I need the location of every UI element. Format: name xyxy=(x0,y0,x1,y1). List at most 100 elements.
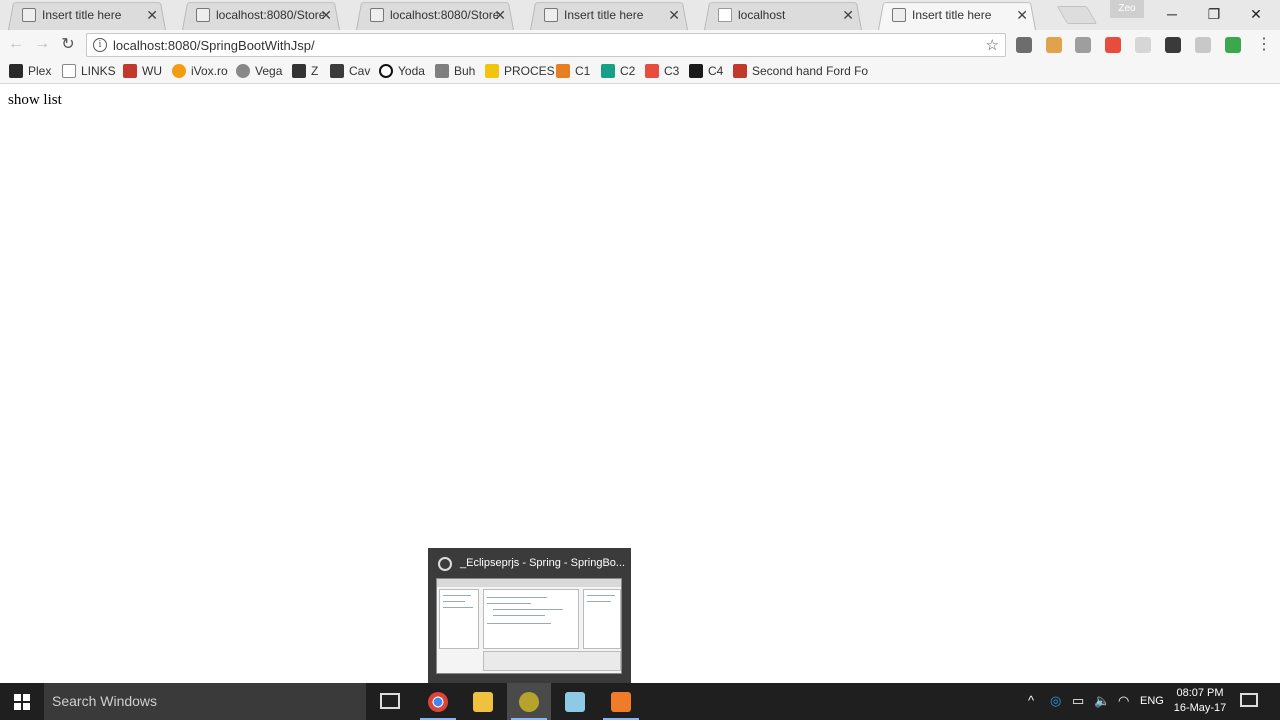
page-content: show list xyxy=(0,85,1280,683)
chevron-up-icon[interactable]: ^ xyxy=(1028,693,1034,708)
browser-tab[interactable]: localhost:8080/StoreFr ✕ xyxy=(348,0,522,30)
new-tab-button[interactable] xyxy=(1056,6,1098,24)
bookmark-item[interactable]: Vega xyxy=(236,63,282,79)
cortana-icon[interactable]: ◎ xyxy=(1050,693,1061,709)
bookmark-item[interactable]: C3 xyxy=(645,63,679,79)
address-bar[interactable]: i localhost:8080/SpringBootWithJsp/ ☆ xyxy=(86,33,1006,57)
bookmark-label: Vega xyxy=(255,64,283,78)
minimize-icon[interactable]: ─ xyxy=(1150,0,1194,28)
close-tab-icon[interactable]: ✕ xyxy=(668,7,680,23)
bookmark-item[interactable]: Buh xyxy=(435,63,475,79)
bookmark-label: Plex xyxy=(28,64,52,78)
bookmark-item[interactable]: LINKS xyxy=(62,63,116,79)
bookmark-item[interactable]: C4 xyxy=(689,63,723,79)
extension-icon[interactable] xyxy=(1135,37,1151,53)
tab-title: localhost:8080/StoreFr xyxy=(216,8,324,22)
folder-icon xyxy=(473,692,493,712)
document-icon xyxy=(62,64,76,78)
volume-icon[interactable]: 🔈 xyxy=(1094,693,1110,709)
browser-tab[interactable]: localhost ✕ xyxy=(696,0,870,30)
bookmark-icon xyxy=(379,64,393,78)
eyedropper-icon[interactable] xyxy=(1016,37,1032,53)
browser-tab[interactable]: localhost:8080/StoreFr ✕ xyxy=(174,0,348,30)
extension-icon[interactable] xyxy=(1046,37,1062,53)
notification-icon[interactable] xyxy=(1240,693,1258,707)
extension-icon[interactable] xyxy=(1225,37,1241,53)
browser-toolbar: ← → ↻ i localhost:8080/SpringBootWithJsp… xyxy=(0,30,1280,58)
browser-tab-active[interactable]: Insert title here ✕ xyxy=(870,0,1044,30)
page-image-icon xyxy=(544,8,558,22)
close-tab-icon[interactable]: ✕ xyxy=(320,7,332,23)
clock-time: 08:07 PM xyxy=(1176,687,1224,699)
file-explorer-taskbar-button[interactable] xyxy=(461,683,505,720)
bookmark-item[interactable]: Z xyxy=(292,63,318,79)
bookmark-label: WU xyxy=(142,64,162,78)
tab-title: localhost:8080/StoreFr xyxy=(390,8,498,22)
bookmark-label: C4 xyxy=(708,64,724,78)
bookmark-item[interactable]: Cav xyxy=(330,63,370,79)
taskbar-window-preview[interactable]: _Eclipseprjs - Spring - SpringBo... xyxy=(428,548,631,684)
close-tab-icon[interactable]: ✕ xyxy=(842,7,854,23)
language-indicator[interactable]: ENG xyxy=(1140,695,1164,707)
apps-grid-icon[interactable] xyxy=(1165,37,1181,53)
bookmark-label: Z xyxy=(311,64,319,78)
bookmark-star-icon[interactable]: ☆ xyxy=(986,36,999,54)
bookmark-icon xyxy=(645,64,659,78)
forward-icon[interactable]: → xyxy=(32,34,52,54)
menu-kebab-icon[interactable]: ⋮ xyxy=(1254,34,1274,54)
bookmark-item[interactable]: Yoda xyxy=(379,63,425,79)
eclipse-taskbar-button[interactable] xyxy=(507,683,551,720)
close-tab-icon[interactable]: ✕ xyxy=(494,7,506,23)
bookmark-item[interactable]: Second hand Ford Fo xyxy=(733,63,868,79)
task-view-icon[interactable] xyxy=(380,693,400,709)
extension-icon[interactable] xyxy=(1195,37,1211,53)
restore-icon[interactable]: ❐ xyxy=(1192,0,1236,28)
chrome-icon xyxy=(428,692,448,712)
search-windows-box[interactable]: Search Windows xyxy=(44,683,366,720)
bookmark-label: C1 xyxy=(575,64,591,78)
bookmark-item[interactable]: C2 xyxy=(601,63,635,79)
wifi-icon[interactable]: ◠ xyxy=(1118,693,1129,709)
bookmark-icon xyxy=(236,64,250,78)
close-window-icon[interactable]: ✕ xyxy=(1234,0,1278,28)
bookmark-item[interactable]: PROCES xyxy=(485,63,555,79)
info-icon[interactable]: i xyxy=(93,38,107,52)
bookmark-icon xyxy=(485,64,499,78)
bookmark-icon xyxy=(733,64,747,78)
profile-button[interactable]: Zeo xyxy=(1110,0,1144,18)
browser-tab[interactable]: Insert title here ✕ xyxy=(522,0,696,30)
page-image-icon xyxy=(892,8,906,22)
preview-title: _Eclipseprjs - Spring - SpringBo... xyxy=(460,557,626,569)
close-tab-icon[interactable]: ✕ xyxy=(1016,7,1028,23)
camera-icon[interactable] xyxy=(1075,37,1091,53)
bookmark-icon xyxy=(556,64,570,78)
battery-icon[interactable]: ▭ xyxy=(1072,693,1084,709)
page-body-text: show list xyxy=(8,92,62,108)
bookmark-label: C3 xyxy=(664,64,680,78)
bookmark-icon xyxy=(689,64,703,78)
bookmark-icon xyxy=(123,64,137,78)
reload-icon[interactable]: ↻ xyxy=(58,34,78,54)
window-thumbnail[interactable] xyxy=(436,578,622,674)
tab-title: Insert title here xyxy=(42,8,122,22)
windows-start-icon[interactable] xyxy=(14,694,30,710)
page-image-icon xyxy=(196,8,210,22)
eclipse-icon xyxy=(438,557,452,571)
search-placeholder: Search Windows xyxy=(52,693,158,709)
bookmark-item[interactable]: iVox.ro xyxy=(172,63,228,79)
close-tab-icon[interactable]: ✕ xyxy=(146,7,158,23)
bookmark-item[interactable]: WU xyxy=(123,63,162,79)
bookmark-label: Cav xyxy=(349,64,371,78)
bookmark-item[interactable]: Plex xyxy=(9,63,51,79)
bookmark-icon xyxy=(292,64,306,78)
back-icon[interactable]: ← xyxy=(6,34,26,54)
browser-tab[interactable]: Insert title here ✕ xyxy=(0,0,174,30)
chrome-taskbar-button[interactable] xyxy=(416,683,460,720)
bookmark-item[interactable]: C1 xyxy=(556,63,590,79)
bookmark-icon xyxy=(172,64,186,78)
app-taskbar-button[interactable] xyxy=(599,683,643,720)
app-taskbar-button[interactable] xyxy=(553,683,597,720)
extension-icon[interactable] xyxy=(1105,37,1121,53)
clock[interactable]: 08:07 PM 16-May-17 xyxy=(1168,686,1232,716)
bookmark-icon xyxy=(435,64,449,78)
